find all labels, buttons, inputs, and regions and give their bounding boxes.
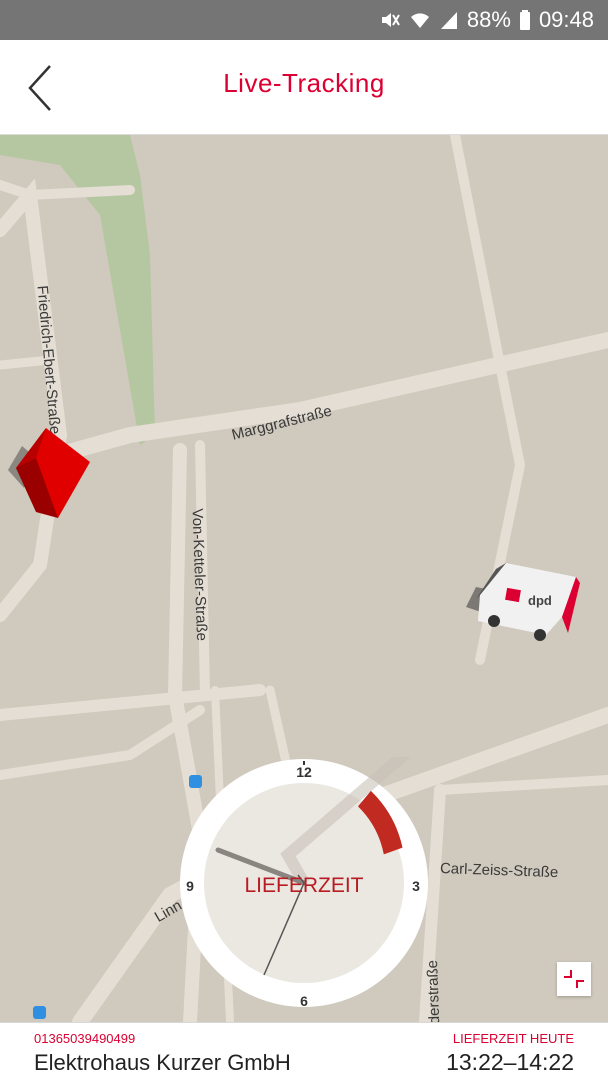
house-icon[interactable] — [6, 428, 90, 525]
clock-number-3: 3 — [412, 878, 420, 894]
van-brand-label: dpd — [528, 593, 552, 608]
tracking-number: 01365039490499 — [34, 1031, 136, 1046]
wifi-icon — [409, 9, 431, 31]
bus-stop-icon[interactable] — [33, 1006, 46, 1019]
clock-time: 09:48 — [538, 7, 594, 32]
sender-name: Elektrohaus Kurzer GmbH — [34, 1050, 291, 1075]
clock-number-9: 9 — [186, 878, 194, 894]
delivery-clock[interactable] — [178, 757, 430, 1009]
battery-icon — [519, 9, 531, 31]
app-bar: Live-Tracking — [0, 40, 608, 135]
expand-map-button[interactable] — [557, 962, 591, 996]
delivery-time-window: 13:22–14:22 — [446, 1049, 574, 1075]
collapse-icon — [564, 970, 584, 988]
delivery-van-icon[interactable]: dpd — [466, 555, 584, 648]
clock-number-6: 6 — [300, 993, 308, 1009]
mute-icon — [379, 9, 401, 31]
signal-icon — [439, 9, 459, 31]
battery-percent: 88% — [466, 7, 511, 32]
status-bar: 88% 09:48 — [0, 0, 608, 40]
delivery-time-label: LIEFERZEIT HEUTE — [452, 1031, 574, 1046]
delivery-info-bar[interactable]: 01365039490499 Elektrohaus Kurzer GmbH L… — [0, 1022, 608, 1081]
page-title: Live-Tracking — [223, 68, 385, 98]
clock-number-12: 12 — [296, 764, 312, 780]
